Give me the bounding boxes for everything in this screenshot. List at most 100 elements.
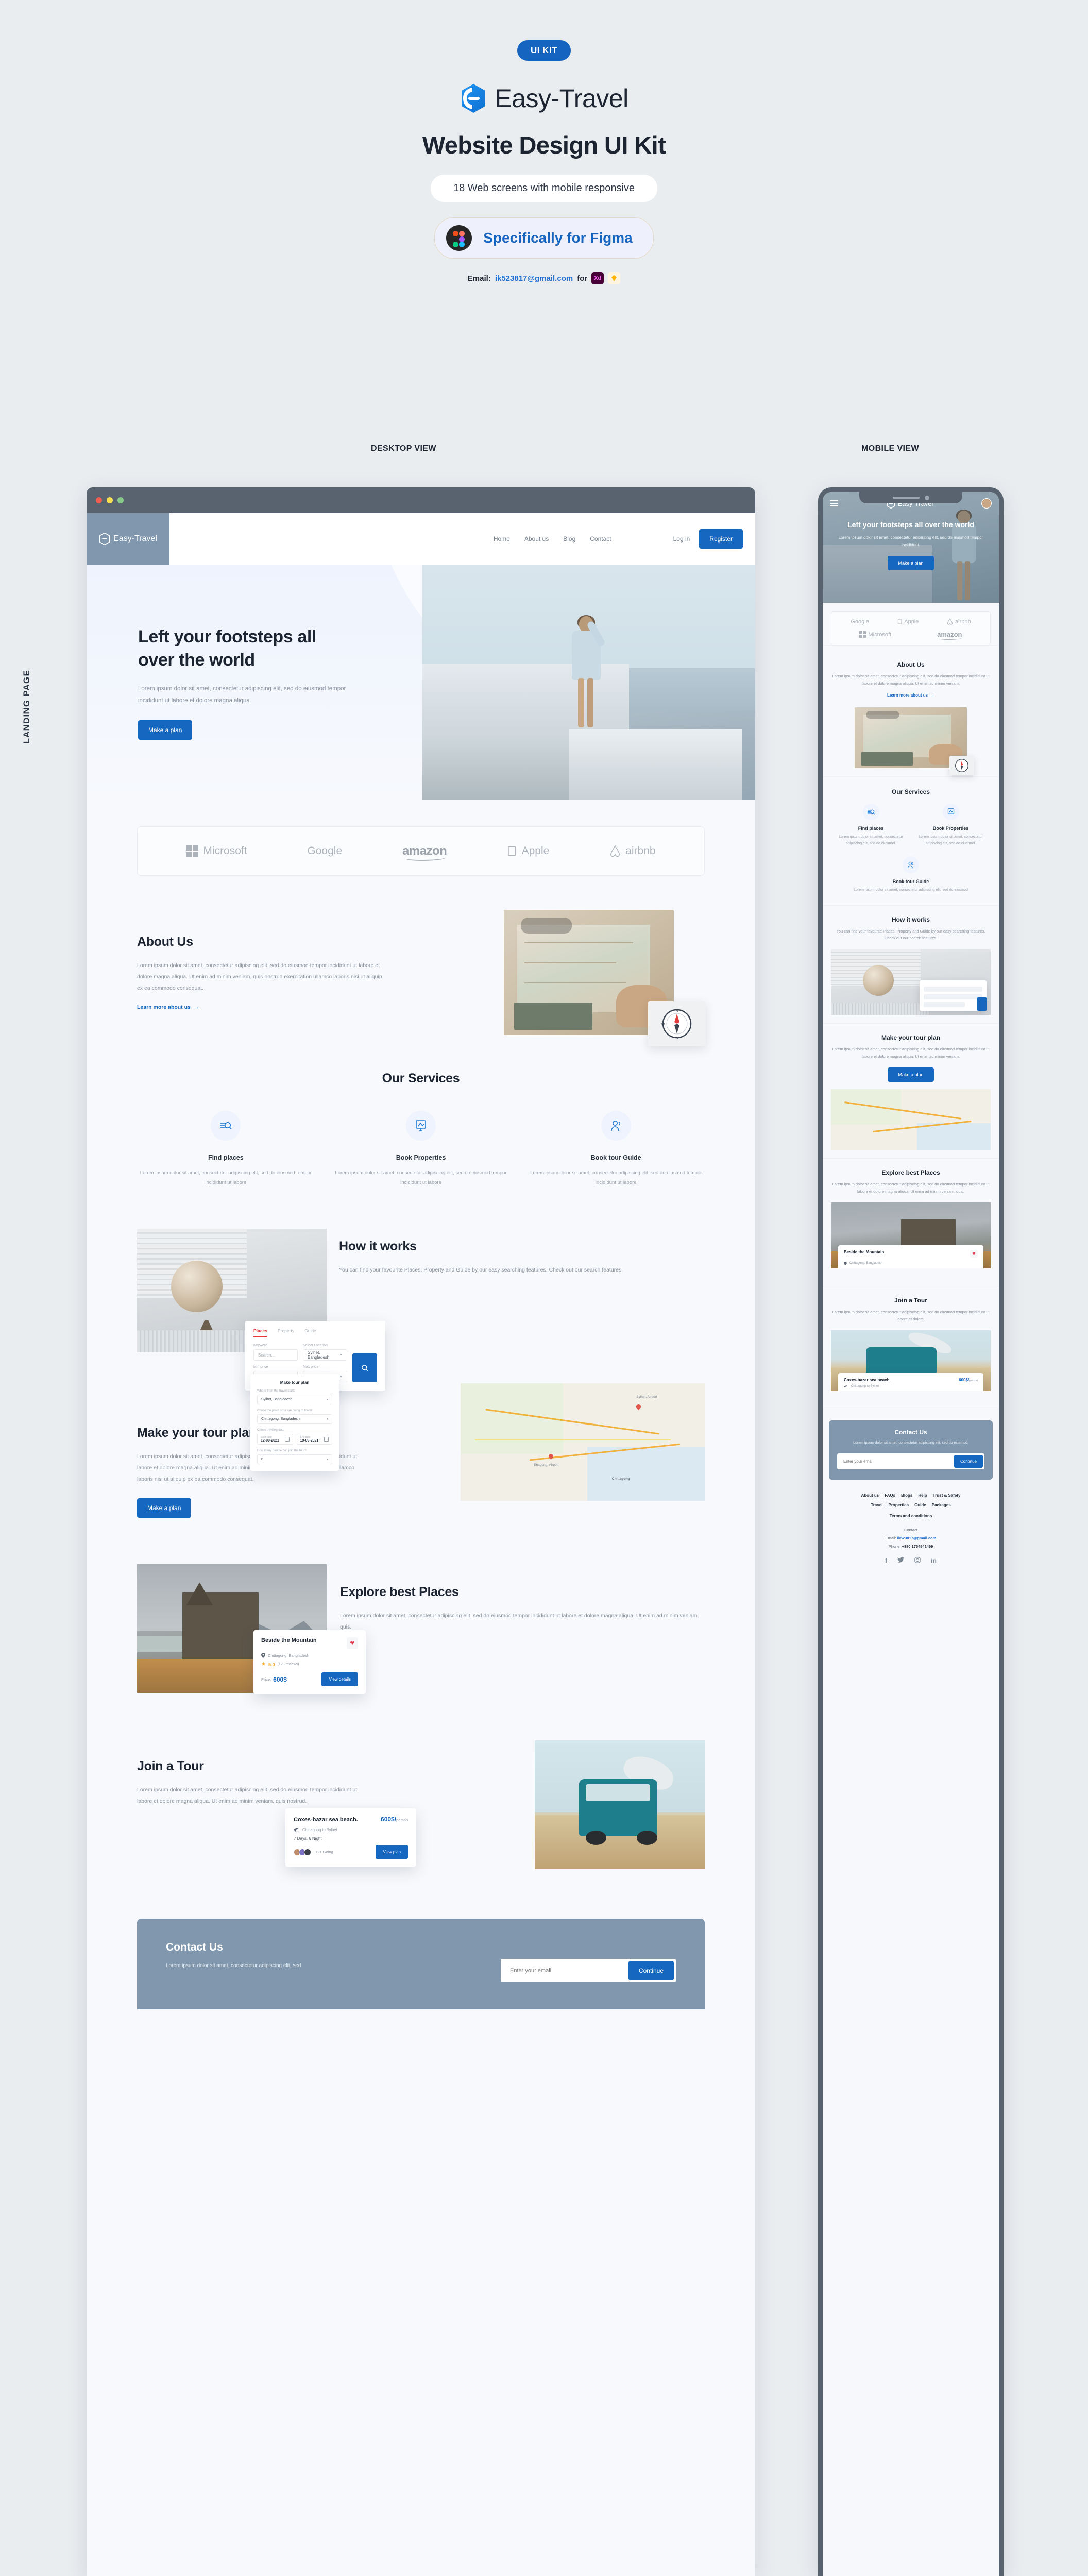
- mobile-hero-paragraph: Lorem ipsum dolor sit amet, consectetur …: [838, 535, 983, 548]
- travel-date-label: Chose traviling date: [257, 1429, 285, 1432]
- tab-guide[interactable]: Guide: [304, 1328, 316, 1337]
- join-tour-photo: [535, 1740, 705, 1870]
- tour-duration: 7 Days, 6 Night: [294, 1836, 322, 1841]
- footer-phone-value[interactable]: +880 1754941499: [902, 1544, 933, 1549]
- keyword-input[interactable]: Search...: [253, 1349, 298, 1361]
- people-select[interactable]: 6 ▾: [257, 1454, 332, 1464]
- apple-icon: : [507, 844, 517, 858]
- from-select[interactable]: Sylhet, Bangladesh ▾: [257, 1395, 332, 1404]
- tab-property[interactable]: Property: [278, 1328, 294, 1337]
- hero-copy: Left your footsteps all over the world L…: [138, 625, 354, 740]
- tour-price: 600$/person: [381, 1816, 408, 1823]
- brand-name: Easy-Travel: [495, 84, 628, 113]
- logo-apple:  Apple: [897, 618, 919, 625]
- hero-make-a-plan-button[interactable]: Make a plan: [138, 720, 193, 740]
- to-select[interactable]: Chittagong, Bangladesh ▾: [257, 1414, 332, 1424]
- nav-link-about-us[interactable]: About us: [524, 535, 549, 543]
- mobile-hero-make-a-plan-button[interactable]: Make a plan: [888, 556, 934, 571]
- footer-link-properties[interactable]: Properties: [888, 1503, 909, 1507]
- kit-title: Website Design UI Kit: [422, 131, 666, 159]
- mobile-how-photo: [831, 949, 991, 1015]
- service-card-find-places[interactable]: Find places Lorem ipsum dolor sit amet, …: [137, 1111, 315, 1188]
- instagram-icon[interactable]: [914, 1557, 921, 1565]
- nav-link-home[interactable]: Home: [494, 535, 510, 543]
- nav-link-contact[interactable]: Contact: [590, 535, 611, 543]
- mobile-search-widget[interactable]: [920, 980, 987, 1011]
- footer-link-trust-safety[interactable]: Trust & Safety: [933, 1493, 961, 1498]
- footer-link-blogs[interactable]: Blogs: [901, 1493, 912, 1498]
- hamburger-menu-icon[interactable]: [830, 499, 838, 508]
- footer-phone-line: Phone: +880 1754941499: [831, 1544, 991, 1549]
- login-link[interactable]: Log in: [673, 535, 690, 543]
- view-details-button[interactable]: View details: [321, 1672, 358, 1687]
- keyword-placeholder: Search...: [258, 1352, 275, 1358]
- maximize-dot-icon[interactable]: [117, 497, 124, 503]
- footer-link-packages[interactable]: Packages: [932, 1503, 951, 1507]
- mobile-email-input[interactable]: [839, 1455, 954, 1468]
- footer-terms-link[interactable]: Terms and conditions: [831, 1514, 991, 1518]
- tour-route: Chittagong to Sylhet: [844, 1385, 978, 1388]
- favorite-heart-icon[interactable]: ❤: [970, 1249, 978, 1258]
- explore-paragraph: Lorem ipsum dolor sit amet, consectetur …: [340, 1613, 699, 1631]
- flight-icon: [294, 1828, 299, 1833]
- close-dot-icon[interactable]: [96, 497, 102, 503]
- footer-link-help[interactable]: Help: [918, 1493, 927, 1498]
- email-prefix: Email:: [467, 274, 491, 283]
- mobile-search-button[interactable]: [977, 997, 987, 1011]
- search-tabs: Places Property Guide: [253, 1328, 377, 1337]
- mobile-about-paragraph: Lorem ipsum dolor sit amet, consectetur …: [832, 673, 990, 686]
- twitter-icon[interactable]: [897, 1557, 905, 1565]
- favorite-heart-icon[interactable]: ❤: [347, 1637, 358, 1649]
- avatar[interactable]: [981, 498, 992, 509]
- location-select[interactable]: Sylhet, Bangladesh ▼: [303, 1349, 347, 1361]
- about-learn-more-link[interactable]: Learn more about us →: [137, 1004, 199, 1010]
- mobile-service-card-book-tour-guide[interactable]: Book tour Guide Lorem ipsum dolor sit am…: [831, 856, 991, 903]
- contact-paragraph: Lorem ipsum dolor sit amet, consectetur …: [166, 1963, 301, 1969]
- email-input[interactable]: [503, 1961, 628, 1980]
- mobile-compass-card: [949, 755, 974, 775]
- chevron-down-icon: ▾: [326, 1418, 328, 1421]
- tour-plan-make-a-plan-button[interactable]: Make a plan: [137, 1498, 192, 1518]
- facebook-icon[interactable]: f: [885, 1557, 887, 1565]
- figma-icon: [446, 225, 472, 251]
- nav-link-blog[interactable]: Blog: [563, 535, 575, 543]
- tour-price-value: 600$/: [381, 1816, 397, 1823]
- mobile-service-card-book-properties[interactable]: Book Properties Lorem ipsum dolor sit am…: [911, 803, 991, 857]
- sketch-icon: [608, 272, 621, 284]
- join-tour-section: Join a Tour Lorem ipsum dolor sit amet, …: [87, 1693, 755, 1870]
- footer-link-about-us[interactable]: About us: [861, 1493, 879, 1498]
- mobile-service-card-find-places[interactable]: Find places Lorem ipsum dolor sit amet, …: [831, 803, 911, 857]
- view-plan-button[interactable]: View plan: [376, 1845, 408, 1859]
- service-card-book-properties[interactable]: Book Properties Lorem ipsum dolor sit am…: [332, 1111, 510, 1188]
- phone-notch: [859, 492, 962, 503]
- register-button[interactable]: Register: [699, 529, 743, 549]
- mobile-learn-more-link[interactable]: Learn more about us →: [887, 693, 934, 698]
- footer-link-guide[interactable]: Guide: [914, 1503, 926, 1507]
- mobile-footer: About us FAQs Blogs Help Trust & Safety …: [823, 1480, 999, 1575]
- start-date-field[interactable]: Start date 12-09-2021: [257, 1434, 293, 1445]
- mobile-make-a-plan-button[interactable]: Make a plan: [888, 1067, 934, 1082]
- service-title: Book Properties: [932, 824, 969, 831]
- footer-link-faqs[interactable]: FAQs: [885, 1493, 895, 1498]
- logo-google: Google: [851, 618, 869, 625]
- about-heading: About Us: [137, 935, 193, 949]
- about-section: About Us Lorem ipsum dolor sit amet, con…: [87, 876, 755, 1046]
- find-places-icon: [211, 1111, 241, 1141]
- end-date-field[interactable]: End date 19-09-2021: [296, 1434, 332, 1445]
- keyword-label: Keyword: [253, 1344, 268, 1347]
- footer-link-travel[interactable]: Travel: [871, 1503, 882, 1507]
- mobile-continue-button[interactable]: Continue: [954, 1455, 983, 1468]
- service-desc: Lorem ipsum dolor sit amet, consectetur …: [854, 887, 968, 892]
- navbar-links: Home About us Blog Contact: [494, 535, 611, 543]
- join-tour-paragraph: Lorem ipsum dolor sit amet, consectetur …: [137, 1787, 358, 1805]
- navbar-logo[interactable]: Easy-Travel: [87, 513, 169, 565]
- desktop-view-label: DESKTOP VIEW: [371, 444, 436, 453]
- email-address[interactable]: ik523817@gmail.com: [495, 274, 573, 283]
- linkedin-icon[interactable]: in: [931, 1557, 937, 1565]
- continue-button[interactable]: Continue: [628, 1961, 674, 1981]
- service-card-book-tour-guide[interactable]: Book tour Guide Lorem ipsum dolor sit am…: [527, 1111, 705, 1188]
- search-button[interactable]: [352, 1353, 377, 1382]
- tab-places[interactable]: Places: [253, 1328, 267, 1337]
- footer-email-value[interactable]: ik523817@gmail.com: [897, 1536, 937, 1540]
- minimize-dot-icon[interactable]: [107, 497, 113, 503]
